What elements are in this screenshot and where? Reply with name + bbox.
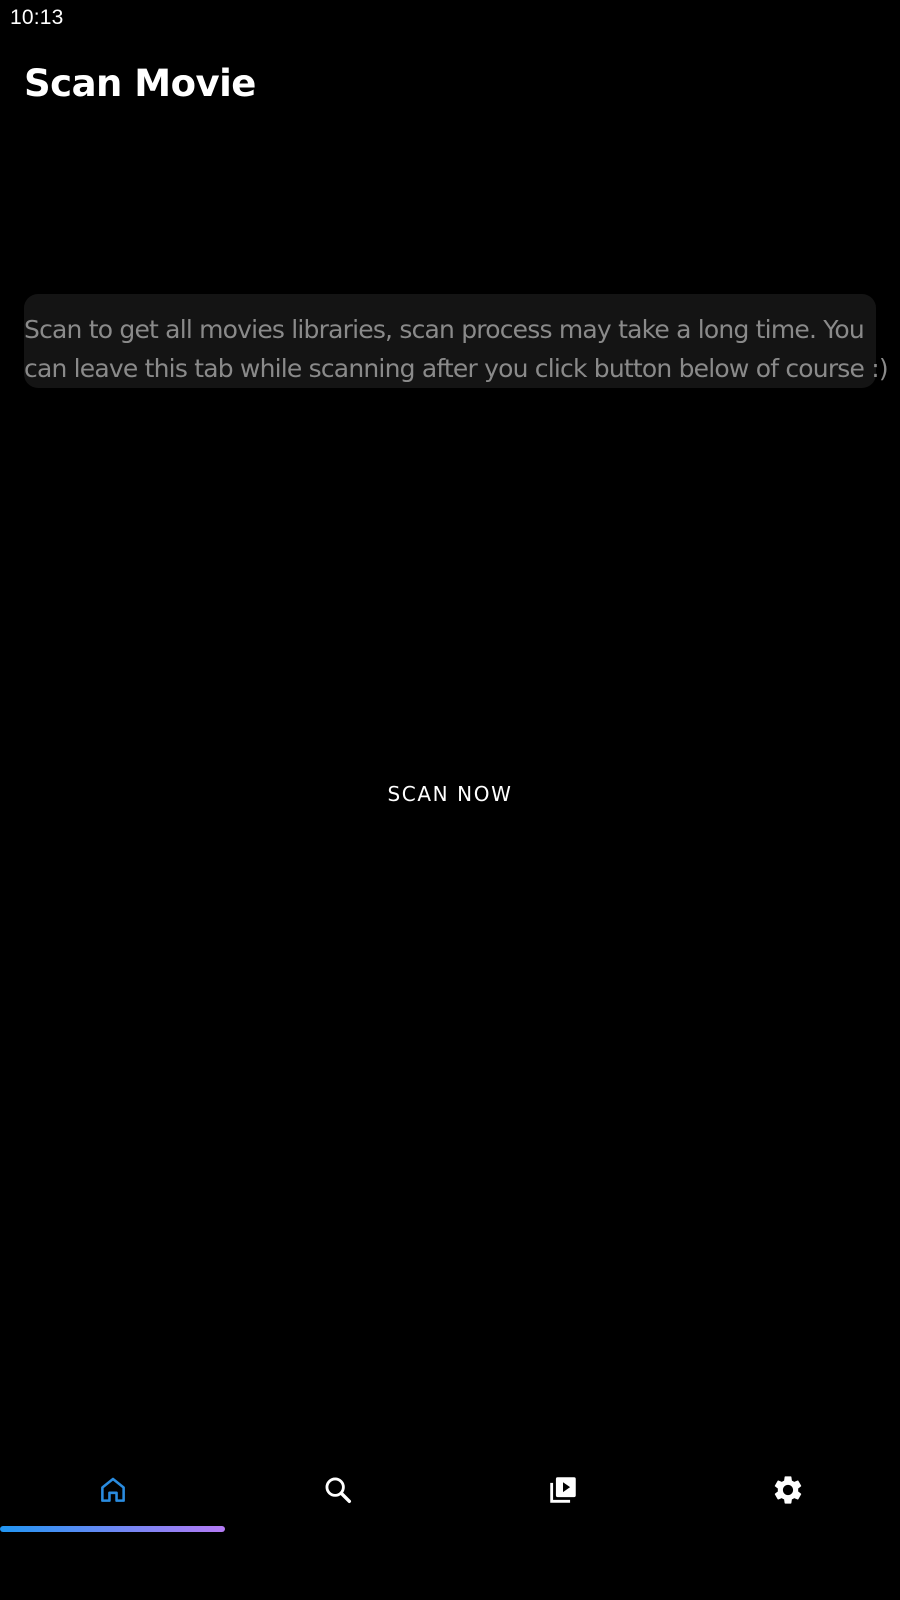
page-title: Scan Movie xyxy=(24,62,256,105)
active-tab-indicator xyxy=(0,1526,225,1532)
nav-item-library[interactable] xyxy=(450,1456,675,1536)
nav-item-search[interactable] xyxy=(225,1456,450,1536)
info-text-line-2: can leave this tab while scanning after … xyxy=(24,354,889,383)
settings-gear-icon xyxy=(774,1476,801,1504)
home-icon xyxy=(100,1477,125,1502)
nav-item-home[interactable] xyxy=(0,1456,225,1536)
info-card: Scan to get all movies libraries, scan p… xyxy=(24,294,889,388)
nav-item-settings[interactable] xyxy=(675,1456,900,1536)
search-icon xyxy=(325,1477,351,1504)
bottom-navigation xyxy=(0,1456,900,1536)
video-library-icon xyxy=(549,1477,576,1503)
status-bar: 10:13 xyxy=(0,0,900,38)
info-text-line-1: Scan to get all movies libraries, scan p… xyxy=(24,315,865,344)
scan-now-button[interactable]: SCAN NOW xyxy=(350,770,550,818)
status-time: 10:13 xyxy=(10,6,64,29)
